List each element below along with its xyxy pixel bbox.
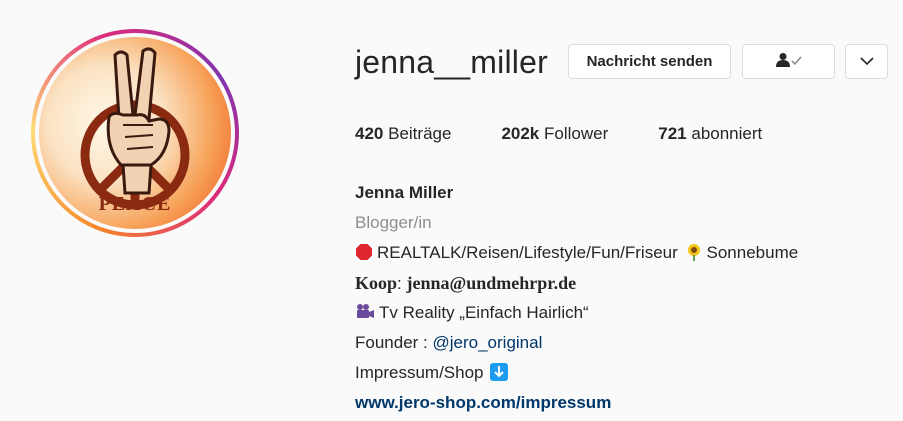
posts-count: 420 — [355, 124, 384, 143]
video-camera-icon — [355, 301, 375, 331]
stop-sign-icon — [355, 241, 373, 271]
more-options-button[interactable] — [845, 44, 888, 79]
founder-label: Founder : — [355, 333, 433, 352]
koop-email: jenna@undmehrpr.de — [406, 273, 577, 293]
bio-realtalk-text: REALTALK/Reisen/Lifestyle/Fun/Friseur — [377, 243, 678, 262]
followers-label: Follower — [544, 124, 609, 143]
following-label: abonniert — [691, 124, 763, 143]
following-stat[interactable]: 721 abonniert — [658, 124, 762, 144]
category-label: Blogger/in — [355, 213, 432, 232]
following-button[interactable] — [742, 44, 835, 79]
posts-stat: 420 Beiträge — [355, 124, 451, 144]
followers-stat[interactable]: 202k Follower — [501, 124, 608, 144]
down-arrow-icon — [490, 361, 509, 391]
bio-line-realtalk: REALTALK/Reisen/Lifestyle/Fun/Friseur So… — [355, 238, 798, 268]
posts-label: Beiträge — [388, 124, 452, 143]
following-count: 721 — [658, 124, 687, 143]
bio-line-impressum: Impressum/Shop — [355, 358, 798, 388]
bio-line-koop: Koop: jenna@undmehrpr.de — [355, 268, 798, 298]
followers-count: 202k — [501, 124, 540, 143]
sunflower-icon — [685, 241, 703, 271]
koop-label: Koop — [355, 273, 398, 293]
bio-tv-text: Tv Reality „Einfach Hairlich“ — [379, 303, 589, 322]
bio: Jenna Miller Blogger/in REALTALK/Reisen/… — [355, 178, 798, 418]
chevron-down-icon — [859, 53, 874, 70]
profile-stats: 420 Beiträge 202k Follower 721 abonniert — [355, 124, 812, 144]
message-button[interactable]: Nachricht senden — [568, 44, 731, 79]
full-name: Jenna Miller — [355, 183, 454, 202]
avatar-border: PEACE — [35, 33, 235, 233]
username: jenna__miller — [355, 44, 548, 80]
bio-line-tv: Tv Reality „Einfach Hairlich“ — [355, 298, 798, 328]
avatar-label: PEACE — [98, 193, 172, 215]
person-check-icon — [774, 52, 804, 72]
bio-sunflower-text: Sonnebume — [706, 243, 799, 262]
website-link[interactable]: www.jero-shop.com/impressum — [355, 388, 798, 418]
avatar[interactable]: PEACE — [39, 37, 231, 229]
impressum-text: Impressum/Shop — [355, 363, 484, 382]
bio-line-founder: Founder : @jero_original — [355, 328, 798, 358]
story-ring[interactable]: PEACE — [31, 29, 239, 237]
founder-mention-link[interactable]: @jero_original — [433, 333, 543, 352]
